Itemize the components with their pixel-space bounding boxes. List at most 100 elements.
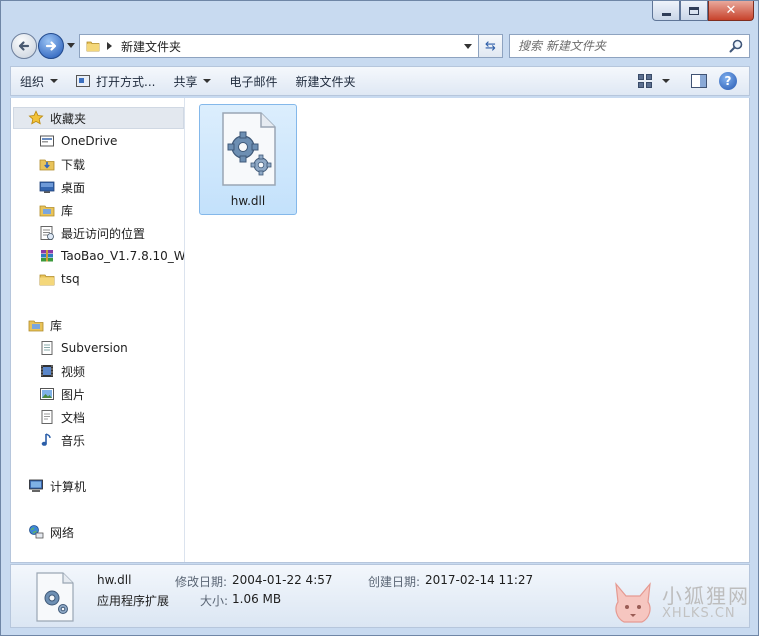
nav-network[interactable]: 网络 bbox=[28, 521, 74, 543]
chevron-down-icon bbox=[662, 79, 670, 83]
details-modified-value: 2004-01-22 4:57 bbox=[232, 573, 333, 587]
new-folder-label: 新建文件夹 bbox=[295, 74, 356, 89]
maximize-icon bbox=[689, 6, 699, 15]
library-icon bbox=[28, 320, 44, 332]
nav-libraries[interactable]: 库 bbox=[28, 314, 62, 336]
file-item-hw-dll[interactable]: hw.dll bbox=[199, 104, 297, 215]
nav-item-desktop[interactable]: 桌面 bbox=[39, 176, 85, 198]
nav-favorites[interactable]: 收藏夹 bbox=[13, 107, 184, 129]
help-icon[interactable]: ? bbox=[719, 72, 737, 90]
computer-icon bbox=[29, 479, 43, 492]
archive-icon bbox=[41, 250, 53, 262]
command-bar-right: ? bbox=[629, 69, 749, 93]
nav-libraries-label: 库 bbox=[50, 318, 63, 333]
nav-item-label: OneDrive bbox=[61, 134, 118, 148]
refresh-icon: ⇆ bbox=[485, 38, 496, 54]
nav-item-taobao-archive[interactable]: TaoBao_V1.7.8.10_Wi bbox=[39, 245, 185, 267]
recent-pages-dropdown[interactable] bbox=[67, 43, 75, 48]
nav-item-tsq[interactable]: tsq bbox=[39, 268, 80, 290]
nav-computer[interactable]: 计算机 bbox=[28, 475, 86, 497]
close-icon: ✕ bbox=[725, 3, 737, 18]
nav-item-library[interactable]: 库 bbox=[39, 199, 73, 221]
document-library-icon bbox=[41, 341, 53, 355]
downloads-folder-icon bbox=[39, 159, 55, 171]
documents-icon bbox=[41, 410, 53, 424]
nav-item-recent-places[interactable]: 最近访问的位置 bbox=[39, 222, 145, 244]
nav-item-label: 视频 bbox=[61, 364, 86, 379]
video-icon bbox=[41, 365, 53, 377]
open-with-button[interactable]: 打开方式... bbox=[67, 69, 164, 93]
nav-item-onedrive[interactable]: OneDrive bbox=[39, 130, 117, 152]
folder-icon bbox=[86, 41, 100, 52]
nav-item-documents[interactable]: 文档 bbox=[39, 406, 85, 428]
close-button[interactable]: ✕ bbox=[708, 1, 754, 21]
explorer-body: 收藏夹 OneDrive 下载 桌面 库 最近访问的位置 TaoBao_V1.7… bbox=[10, 98, 750, 563]
watermark: 小狐狸网 XHLKS.CN bbox=[608, 578, 750, 628]
forward-button[interactable] bbox=[38, 33, 64, 59]
details-size-label: 大小: bbox=[200, 594, 229, 608]
nav-computer-label: 计算机 bbox=[50, 479, 87, 494]
view-grid-icon bbox=[638, 74, 652, 88]
file-list: hw.dll bbox=[186, 98, 750, 562]
back-button[interactable] bbox=[11, 33, 37, 59]
search-icon[interactable] bbox=[728, 38, 744, 54]
nav-item-label: 库 bbox=[61, 203, 74, 218]
watermark-en: XHLKS.CN bbox=[662, 605, 736, 621]
nav-item-label: 音乐 bbox=[61, 433, 86, 448]
music-icon bbox=[41, 433, 51, 446]
maximize-button[interactable] bbox=[680, 1, 708, 21]
email-button[interactable]: 电子邮件 bbox=[220, 69, 286, 93]
nav-item-label: 桌面 bbox=[61, 180, 86, 195]
nav-item-subversion[interactable]: Subversion bbox=[39, 337, 128, 359]
open-with-icon bbox=[76, 75, 91, 87]
chevron-down-icon bbox=[203, 79, 212, 83]
address-row: 新建文件夹 ⇆ bbox=[1, 29, 758, 63]
breadcrumb-current-folder[interactable]: 新建文件夹 bbox=[121, 38, 181, 55]
explorer-window: ✕ 新建文件夹 ⇆ 组织 打开方式... 共享 电子邮件 新建文件夹 bbox=[0, 0, 759, 636]
nav-favorites-label: 收藏夹 bbox=[50, 111, 87, 126]
address-history-dropdown[interactable] bbox=[464, 44, 472, 49]
nav-item-videos[interactable]: 视频 bbox=[39, 360, 85, 382]
minimize-icon bbox=[661, 12, 671, 16]
watermark-text: 小狐狸网 XHLKS.CN bbox=[662, 585, 750, 621]
details-modified-label: 修改日期: bbox=[175, 575, 228, 589]
email-label: 电子邮件 bbox=[229, 74, 278, 89]
share-label: 共享 bbox=[173, 74, 198, 89]
preview-pane-icon[interactable] bbox=[691, 74, 707, 88]
nav-item-music[interactable]: 音乐 bbox=[39, 429, 85, 451]
nav-item-label: TaoBao_V1.7.8.10_Wi bbox=[61, 249, 185, 263]
minimize-button[interactable] bbox=[652, 1, 680, 21]
pictures-icon bbox=[40, 388, 54, 400]
search-input[interactable] bbox=[518, 39, 718, 53]
details-created-value: 2017-02-14 11:27 bbox=[425, 573, 534, 587]
share-menu[interactable]: 共享 bbox=[164, 69, 220, 93]
refresh-button[interactable]: ⇆ bbox=[479, 34, 503, 58]
network-icon bbox=[29, 525, 44, 539]
open-with-label: 打开方式... bbox=[96, 74, 156, 89]
nav-item-downloads[interactable]: 下载 bbox=[39, 153, 85, 175]
organize-menu[interactable]: 组织 bbox=[11, 69, 67, 93]
search-box[interactable] bbox=[509, 34, 750, 58]
nav-item-label: tsq bbox=[61, 272, 80, 286]
nav-item-label: 最近访问的位置 bbox=[61, 226, 146, 241]
file-name: hw.dll bbox=[230, 194, 266, 208]
nav-item-pictures[interactable]: 图片 bbox=[39, 383, 85, 405]
forward-arrow-icon bbox=[45, 41, 57, 51]
address-bar[interactable]: 新建文件夹 bbox=[79, 34, 479, 58]
chevron-down-icon bbox=[50, 79, 59, 83]
nav-item-label: 图片 bbox=[61, 387, 86, 402]
organize-label: 组织 bbox=[20, 74, 45, 89]
library-icon bbox=[39, 205, 55, 217]
details-size-value: 1.06 MB bbox=[232, 592, 282, 606]
change-view-button[interactable] bbox=[629, 69, 679, 93]
navigation-pane: 收藏夹 OneDrive 下载 桌面 库 最近访问的位置 TaoBao_V1.7… bbox=[11, 98, 185, 562]
fox-logo-icon bbox=[615, 582, 651, 623]
new-folder-button[interactable]: 新建文件夹 bbox=[287, 69, 365, 93]
nav-item-label: 下载 bbox=[61, 157, 86, 172]
caption-buttons: ✕ bbox=[652, 1, 754, 21]
star-icon bbox=[28, 110, 44, 125]
breadcrumb-separator-icon[interactable] bbox=[107, 42, 112, 50]
watermark-cn: 小狐狸网 bbox=[662, 583, 750, 608]
dll-gear-icon bbox=[36, 572, 74, 622]
command-bar: 组织 打开方式... 共享 电子邮件 新建文件夹 ? bbox=[10, 66, 750, 96]
